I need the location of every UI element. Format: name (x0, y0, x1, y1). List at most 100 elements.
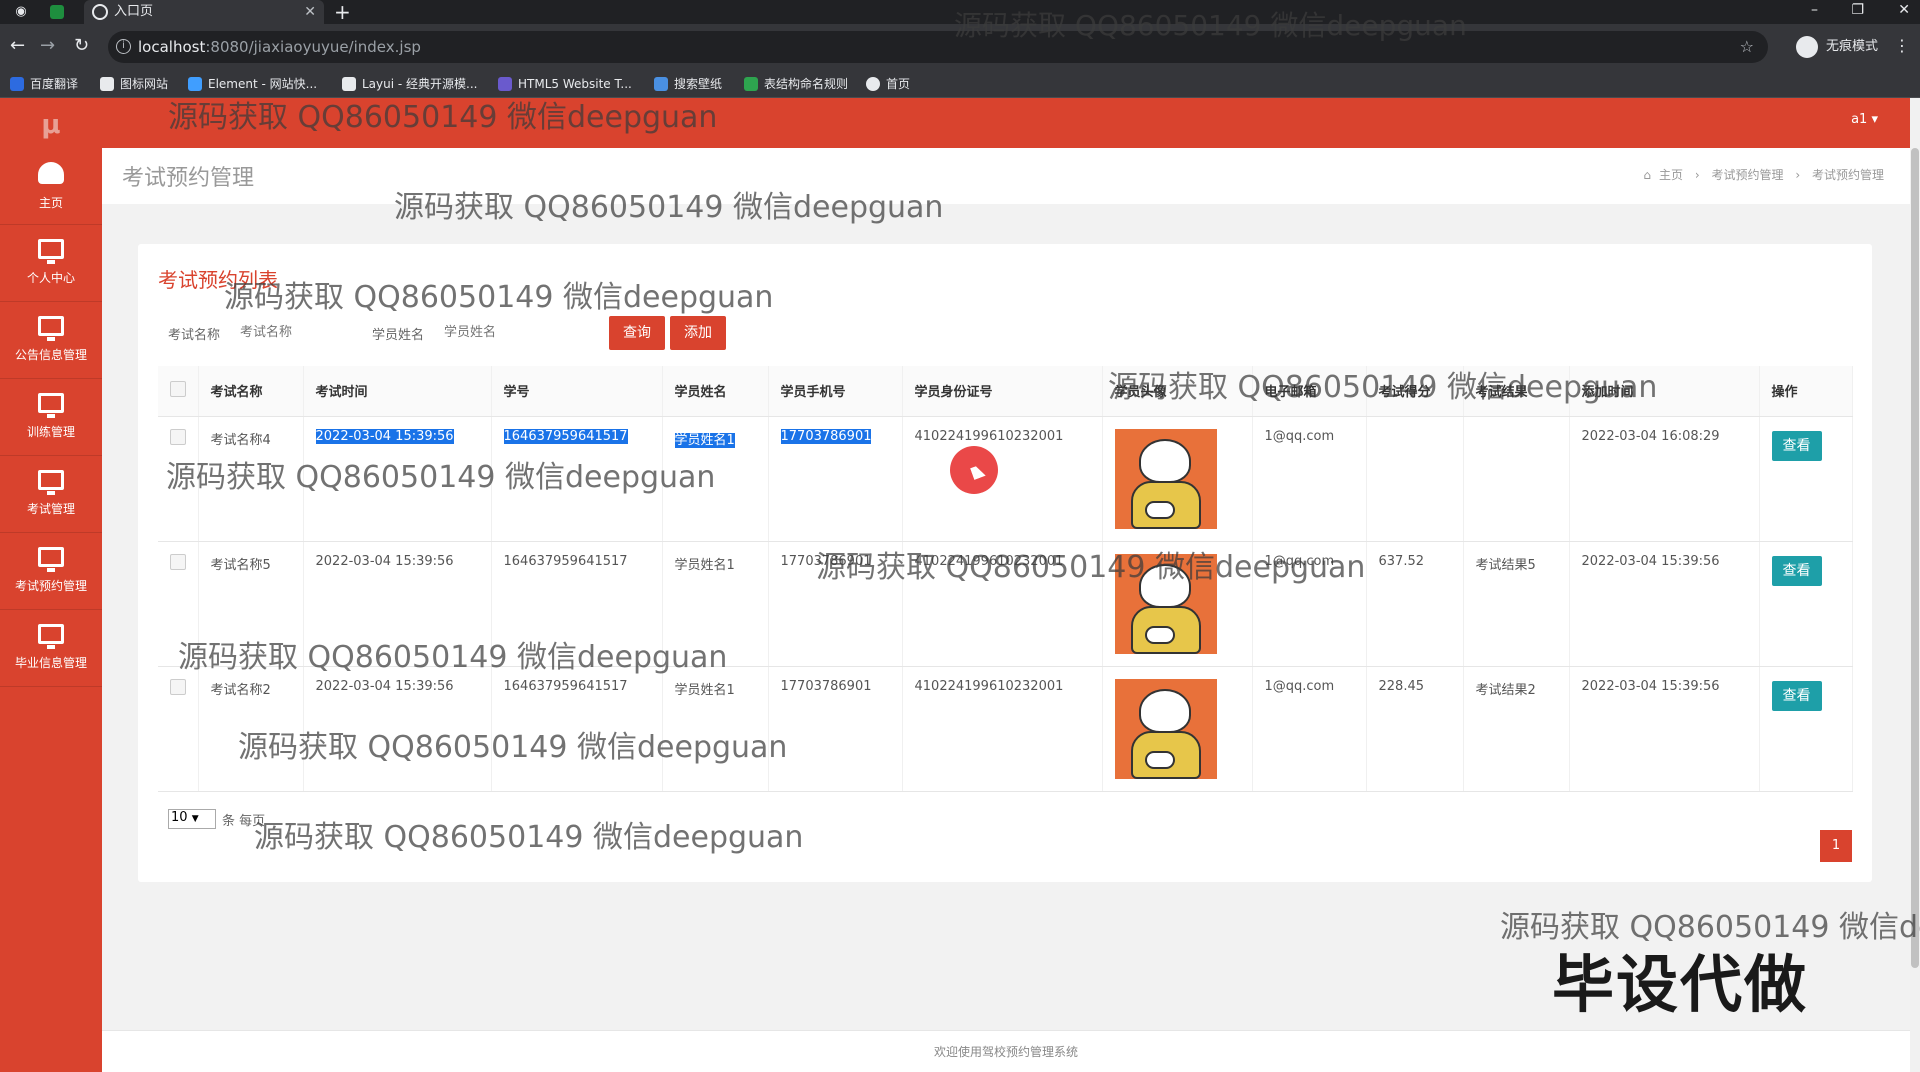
student-avatar (1114, 428, 1217, 529)
pinned-tab-icon[interactable] (50, 5, 64, 19)
new-tab-button[interactable]: + (334, 0, 351, 24)
column-header[interactable]: 学员手机号 (768, 366, 903, 417)
breadcrumb-level2: 考试预约管理 (1811, 168, 1884, 182)
click-indicator (950, 446, 998, 494)
minimize-icon[interactable]: – (1811, 0, 1818, 20)
close-tab-icon[interactable]: ✕ (304, 0, 316, 24)
restore-icon[interactable]: ❐ (1851, 0, 1864, 20)
cursor-icon (970, 464, 986, 480)
monitor-icon (38, 239, 64, 264)
view-button[interactable]: 查看 (1771, 430, 1822, 461)
profile-label: 无痕模式 (1826, 39, 1879, 54)
sidebar-item-home[interactable]: 主页 (0, 148, 102, 225)
forward-icon[interactable]: → (40, 36, 55, 56)
exam-name-label: 考试名称 (168, 328, 221, 343)
column-header[interactable]: 学员身份证号 (902, 366, 1103, 417)
select-all-cell (158, 366, 199, 417)
page-size-select[interactable]: 10 ▼ (168, 809, 216, 829)
avatar-cell (1102, 666, 1253, 792)
breadcrumb-level1[interactable]: 考试预约管理 (1712, 168, 1784, 182)
sidebar-item-graduation[interactable]: 毕业信息管理 (0, 610, 102, 687)
bookmark-item[interactable]: HTML5 Website T... (498, 74, 632, 94)
monitor-icon (38, 547, 64, 572)
action-cell: 查看 (1759, 416, 1853, 542)
monitor-icon (38, 470, 64, 495)
bookmark-item[interactable]: 表结构命名规则 (744, 74, 848, 94)
result-cell: 考试结果2 (1463, 666, 1570, 792)
sidebar-item-exams[interactable]: 考试管理 (0, 456, 102, 533)
watermark-text: 源码获取 QQ86050149 微信deepguan (178, 640, 728, 675)
row-checkbox[interactable] (170, 678, 186, 695)
browser-menu-kebab-icon[interactable]: ⋮ (1894, 36, 1910, 55)
column-header[interactable]: 学员姓名 (662, 366, 769, 417)
close-window-icon[interactable]: ✕ (1898, 0, 1910, 20)
scrollbar-thumb[interactable] (1911, 148, 1919, 968)
column-header[interactable]: 考试时间 (303, 366, 492, 417)
bookmark-item[interactable]: Element - 网站快... (188, 74, 317, 94)
breadcrumb-home[interactable]: 主页 (1659, 168, 1683, 182)
reload-icon[interactable]: ↻ (74, 36, 89, 56)
globe-icon (92, 4, 108, 20)
select-all-checkbox[interactable] (170, 380, 186, 397)
bookmark-favicon-icon (342, 77, 356, 91)
dashboard-icon (38, 162, 64, 184)
sidebar-item-label: 个人中心 (26, 271, 75, 285)
sidebar-item-label: 毕业信息管理 (14, 656, 87, 670)
breadcrumb-separator: › (1694, 168, 1700, 182)
exam-name-input[interactable] (240, 318, 360, 346)
flag-icon (100, 77, 114, 91)
watermark-text: 源码获取 QQ86050149 微信deepguan (954, 9, 1467, 42)
avatar-cell (1102, 416, 1253, 542)
promo-stamp: 毕设代做 (1552, 948, 1809, 1021)
query-button[interactable]: 查询 (609, 316, 665, 350)
sidebar-item-exam-booking[interactable]: 考试预约管理 (0, 533, 102, 610)
add-button[interactable]: 添加 (670, 316, 726, 350)
incognito-icon (1796, 36, 1818, 58)
view-button[interactable]: 查看 (1771, 680, 1822, 711)
profile-button[interactable]: 无痕模式 (1796, 33, 1878, 61)
student-avatar (1114, 678, 1217, 779)
row-checkbox[interactable] (170, 428, 186, 445)
pagination-current-page[interactable]: 1 (1820, 830, 1852, 862)
column-header[interactable]: 考试名称 (198, 366, 304, 417)
bookmark-favicon-icon (744, 77, 758, 91)
browser-menu-icon[interactable]: ◉ (12, 3, 30, 21)
phone-cell: 17703786901 (768, 666, 903, 792)
globe-icon (866, 77, 880, 91)
sidebar-item-training[interactable]: 训练管理 (0, 379, 102, 456)
student-name-input[interactable] (444, 318, 564, 346)
sidebar-item-announcements[interactable]: 公告信息管理 (0, 302, 102, 379)
bookmark-item[interactable]: 百度翻译 (10, 74, 78, 94)
column-header[interactable]: 学号 (491, 366, 663, 417)
bookmark-item[interactable]: 搜索壁纸 (654, 74, 722, 94)
bookmark-star-icon[interactable]: ☆ (1740, 31, 1754, 63)
sidebar-item-profile[interactable]: 个人中心 (0, 225, 102, 302)
page-header: 考试预约管理 ⌂ 主页 › 考试预约管理 › 考试预约管理 (102, 148, 1910, 204)
watermark-text: 源码获取 QQ86050149 微信deepguan (254, 820, 804, 855)
address-bar[interactable]: i localhost:8080/jiaxiaoyuyue/index.jsp … (108, 31, 1768, 63)
bookmark-item[interactable]: 图标网站 (100, 74, 168, 94)
view-button[interactable]: 查看 (1771, 555, 1822, 586)
sidebar-item-label: 主页 (38, 196, 63, 210)
sidebar-item-label: 训练管理 (26, 425, 75, 439)
watermark-text: 源码获取 QQ86050149 微信deepguan (1108, 370, 1658, 405)
watermark-text: 源码获取 QQ86050149 微信deepguan (168, 100, 718, 135)
user-menu[interactable]: a1 ▾ (1851, 112, 1878, 127)
added-time-cell: 2022-03-04 15:39:56 (1569, 666, 1760, 792)
tab-title: 入口页 (114, 4, 154, 19)
site-info-icon[interactable]: i (116, 39, 131, 54)
url-host: localhost (138, 38, 206, 56)
result-cell: 考试结果5 (1463, 541, 1570, 667)
bookmark-item[interactable]: 首页 (866, 74, 910, 94)
sidebar-item-label: 考试管理 (26, 502, 75, 516)
browser-tab-active[interactable]: 入口页 ✕ (84, 0, 324, 24)
back-icon[interactable]: ← (10, 36, 25, 56)
bookmark-item[interactable]: Layui - 经典开源模... (342, 74, 477, 94)
url-path: :8080/jiaxiaoyuyue/index.jsp (205, 38, 421, 56)
score-cell (1366, 416, 1464, 542)
sidebar-item-label: 考试预约管理 (14, 579, 87, 593)
row-checkbox[interactable] (170, 553, 186, 570)
footer: 欢迎使用驾校预约管理系统 (102, 1030, 1910, 1072)
watermark-text: 源码获取 QQ86050149 微信deepguan (238, 730, 788, 765)
id-card-cell: 410224199610232001 (902, 666, 1103, 792)
